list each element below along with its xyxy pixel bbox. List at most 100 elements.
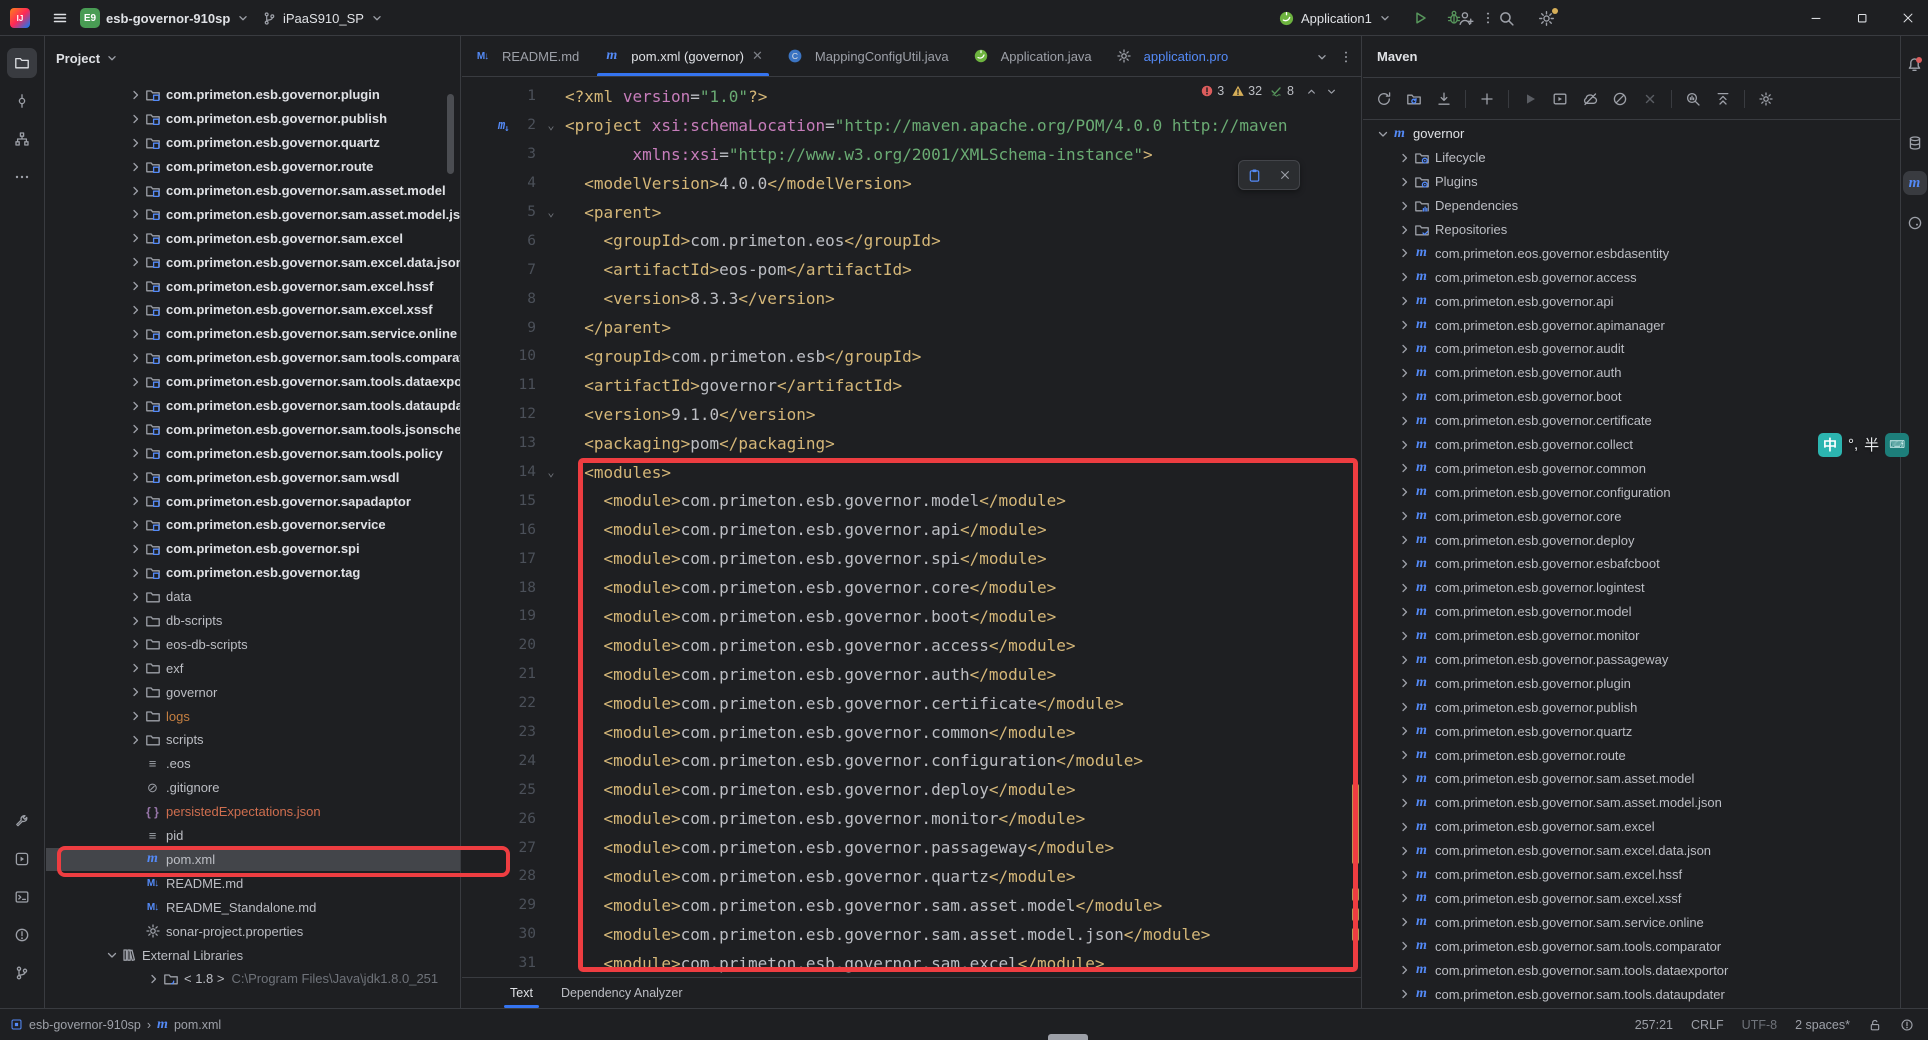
maven-module[interactable]: mcom.primeton.esb.governor.auth — [1363, 361, 1900, 385]
run-button[interactable] — [1406, 4, 1434, 32]
tree-item[interactable]: com.primeton.esb.governor.sam.excel — [46, 226, 460, 250]
execute-goal-icon[interactable] — [1547, 86, 1573, 112]
maven-module[interactable]: mcom.primeton.esb.governor.access — [1363, 265, 1900, 289]
maven-module[interactable]: mcom.primeton.esb.governor.common — [1363, 456, 1900, 480]
download-sources-icon[interactable] — [1431, 86, 1457, 112]
chevron-icon[interactable] — [1397, 580, 1413, 596]
indent-setting[interactable]: 2 spaces* — [1795, 1018, 1850, 1032]
maven-module[interactable]: mcom.primeton.esb.governor.sam.excel.dat… — [1363, 839, 1900, 863]
code-with-me-icon[interactable] — [1452, 4, 1480, 32]
chevron-icon[interactable] — [1397, 413, 1413, 429]
close-button[interactable] — [1888, 0, 1928, 36]
tree-item[interactable]: governor — [46, 680, 460, 704]
chevron-icon[interactable] — [128, 206, 144, 222]
chevron-icon[interactable] — [1397, 484, 1413, 500]
maximize-button[interactable] — [1842, 0, 1882, 36]
readonly-lock-icon[interactable] — [1868, 1018, 1882, 1032]
tree-item[interactable]: logs — [46, 704, 460, 728]
stop-icon[interactable] — [1637, 86, 1663, 112]
chevron-icon[interactable] — [1397, 341, 1413, 357]
chevron-icon[interactable] — [1397, 556, 1413, 572]
chevron-icon[interactable] — [128, 421, 144, 437]
maven-module[interactable]: mcom.primeton.esb.governor.plugin — [1363, 671, 1900, 695]
chevron-icon[interactable] — [128, 636, 144, 652]
maven-module[interactable]: mcom.primeton.esb.governor.esbafcboot — [1363, 552, 1900, 576]
code-line-5[interactable]: 5⌄ <parent> — [462, 198, 1362, 227]
code-line-30[interactable]: 30 <module>com.primeton.esb.governor.sam… — [462, 920, 1362, 949]
chevron-icon[interactable] — [1397, 508, 1413, 524]
maven-module[interactable]: mcom.primeton.esb.governor.sam.tools.dat… — [1363, 958, 1900, 982]
chevron-icon[interactable] — [128, 350, 144, 366]
tool-strip-terminal-icon[interactable] — [7, 882, 37, 912]
fold-chevron-icon[interactable]: ⌄ — [542, 465, 560, 479]
inspections-widget[interactable]: 3 32 8 — [1200, 84, 1338, 98]
tree-item[interactable]: com.primeton.esb.governor.quartz — [46, 131, 460, 155]
maven-module[interactable]: mcom.primeton.esb.governor.sam.service.o… — [1363, 910, 1900, 934]
chevron-icon[interactable] — [128, 135, 144, 151]
tree-item[interactable]: db-scripts — [46, 609, 460, 633]
caret-position[interactable]: 257:21 — [1635, 1018, 1673, 1032]
breadcrumb-project[interactable]: esb-governor-910sp — [29, 1018, 141, 1032]
tree-item[interactable]: scripts — [46, 728, 460, 752]
chevron-icon[interactable] — [128, 732, 144, 748]
maven-group-plugins[interactable]: Plugins — [1363, 170, 1900, 194]
tree-item[interactable]: com.primeton.esb.governor.plugin — [46, 83, 460, 107]
tree-item[interactable]: M↓README_Standalone.md — [46, 895, 460, 919]
chevron-icon[interactable] — [128, 493, 144, 509]
chevron-icon[interactable] — [1397, 604, 1413, 620]
scrollbar-warning-stripe[interactable] — [1352, 908, 1359, 921]
chevron-icon[interactable] — [146, 971, 162, 987]
maven-module[interactable]: mcom.primeton.eos.governor.esbdasentity — [1363, 241, 1900, 265]
tool-strip-more-icon[interactable] — [7, 162, 37, 192]
scrollbar-warning-stripe[interactable] — [1352, 784, 1359, 864]
chevron-icon[interactable] — [1397, 532, 1413, 548]
tree-item[interactable]: eos-db-scripts — [46, 632, 460, 656]
tree-item[interactable]: { }persistedExpectations.json — [46, 800, 460, 824]
tool-strip-structure-icon[interactable] — [7, 124, 37, 154]
code-line-4[interactable]: 4 <modelVersion>4.0.0</modelVersion> — [462, 169, 1362, 198]
tree-item[interactable]: com.primeton.esb.governor.sam.service.on… — [46, 322, 460, 346]
maven-module[interactable]: mcom.primeton.esb.governor.quartz — [1363, 719, 1900, 743]
hidden-tabs-chevron-icon[interactable] — [1315, 50, 1329, 64]
maven-module[interactable]: mcom.primeton.esb.governor.sam.excel.xss… — [1363, 887, 1900, 911]
chevron-icon[interactable] — [1397, 174, 1413, 190]
tree-item[interactable]: exf — [46, 656, 460, 680]
tree-item[interactable]: com.primeton.esb.governor.sam.excel.hssf — [46, 274, 460, 298]
chevron-icon[interactable] — [1397, 245, 1413, 261]
chevron-icon[interactable] — [1397, 269, 1413, 285]
tool-strip-gradle-icon[interactable] — [1903, 211, 1927, 235]
breadcrumb-file[interactable]: pom.xml — [174, 1018, 221, 1032]
errors-indicator[interactable]: 3 — [1200, 84, 1224, 98]
code-line-24[interactable]: 24 <module>com.primeton.esb.governor.con… — [462, 746, 1362, 775]
code-line-11[interactable]: 11 <artifactId>governor</artifactId> — [462, 371, 1362, 400]
analyze-dependencies-icon[interactable] — [1680, 86, 1706, 112]
chevron-icon[interactable] — [1397, 317, 1413, 333]
error-analysis-icon[interactable] — [1900, 1018, 1914, 1032]
close-icon[interactable] — [1279, 169, 1291, 181]
code-line-17[interactable]: 17 <module>com.primeton.esb.governor.spi… — [462, 544, 1362, 573]
tree-item[interactable]: com.primeton.esb.governor.route — [46, 155, 460, 179]
maven-module[interactable]: mcom.primeton.esb.governor.monitor — [1363, 624, 1900, 648]
tool-strip-build-icon[interactable] — [7, 806, 37, 836]
code-line-12[interactable]: 12 <version>9.1.0</version> — [462, 400, 1362, 429]
tool-strip-project-folder-icon[interactable] — [7, 48, 37, 78]
chevron-icon[interactable] — [128, 254, 144, 270]
code-line-19[interactable]: 19 <module>com.primeton.esb.governor.boo… — [462, 602, 1362, 631]
reload-icon[interactable] — [1371, 86, 1397, 112]
scrollbar-warning-stripe[interactable] — [1352, 928, 1359, 941]
generate-sources-icon[interactable] — [1401, 86, 1427, 112]
chevron-icon[interactable] — [128, 445, 144, 461]
chevron-down-icon[interactable] — [236, 11, 250, 25]
chevron-icon[interactable] — [1397, 747, 1413, 763]
chevron-icon[interactable] — [128, 684, 144, 700]
tree-item[interactable]: sonar-project.properties — [46, 919, 460, 943]
tool-strip-maven-icon[interactable]: m — [1903, 171, 1927, 195]
chevron-icon[interactable] — [1397, 867, 1413, 883]
chevron-icon[interactable] — [1397, 293, 1413, 309]
tree-item[interactable]: com.primeton.esb.governor.sam.excel.data… — [46, 250, 460, 274]
chevron-icon[interactable] — [1397, 628, 1413, 644]
code-line-23[interactable]: 23 <module>com.primeton.esb.governor.com… — [462, 718, 1362, 747]
chevron-icon[interactable] — [1397, 675, 1413, 691]
chevron-icon[interactable] — [128, 541, 144, 557]
chevron-icon[interactable] — [1397, 938, 1413, 954]
